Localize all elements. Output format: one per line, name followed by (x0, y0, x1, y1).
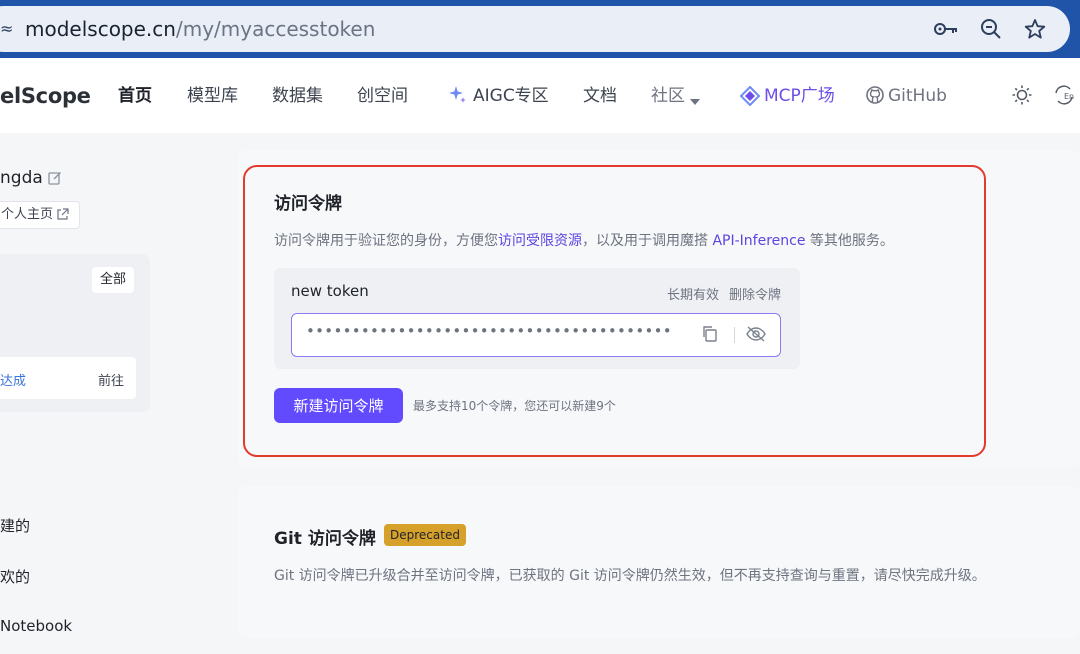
sidebar-item-liked[interactable]: 欢的 (0, 566, 30, 587)
git-section-description: Git 访问令牌已升级合并至访问令牌，已获取的 Git 访问令牌仍然生效，但不再… (274, 568, 986, 584)
username: ngda (0, 168, 43, 188)
sparkle-icon (448, 85, 472, 109)
edit-icon[interactable] (48, 170, 64, 186)
delete-token-button[interactable]: 删除令牌 (729, 284, 781, 303)
api-inference-link[interactable]: API-Inference (712, 233, 805, 249)
url-text[interactable]: modelscope.cn/my/myaccesstoken (25, 16, 375, 42)
nav-models[interactable]: 模型库 (187, 85, 238, 107)
copy-icon[interactable] (701, 325, 719, 343)
token-limit-hint: 最多支持10个令牌，您还可以新建9个 (413, 399, 616, 413)
section-title: 访问令牌 (274, 194, 342, 214)
sidebar-item-created[interactable]: 建的 (0, 515, 30, 536)
git-token-card (238, 486, 1080, 638)
deprecated-badge: Deprecated (384, 524, 466, 546)
zoom-icon[interactable] (977, 15, 1005, 43)
new-token-button[interactable]: 新建访问令牌 (274, 388, 403, 423)
mcp-icon (739, 85, 764, 110)
section-description: 访问令牌用于验证您的身份，方便您访问受限资源，以及用于调用魔搭 API-Infe… (274, 230, 894, 250)
input-divider (734, 327, 735, 343)
nav-docs[interactable]: 文档 (583, 85, 617, 107)
external-link-icon (56, 206, 70, 220)
achievement-link[interactable]: 达成 (0, 370, 26, 389)
sidebar-item-notebook[interactable]: Notebook (0, 617, 72, 635)
theme-toggle-icon[interactable] (1011, 84, 1035, 108)
key-icon[interactable] (932, 15, 960, 43)
site-settings-icon[interactable]: ≈ (0, 19, 13, 39)
nav-mcp[interactable]: MCP广场 (764, 85, 835, 107)
goto-button[interactable]: 前往 (98, 370, 124, 389)
language-switch-icon[interactable]: En (1053, 84, 1077, 108)
nav-studios[interactable]: 创空间 (357, 85, 408, 107)
svg-text:En: En (1064, 92, 1074, 101)
desc-prefix: 访问令牌用于验证您的身份，方便您 (274, 233, 498, 249)
personal-homepage-label: 个人主页 (1, 207, 54, 222)
nav-datasets[interactable]: 数据集 (272, 85, 323, 107)
chevron-down-icon (690, 91, 702, 105)
git-section-title: Git 访问令牌 (274, 529, 376, 549)
url-path: /my/myaccesstoken (175, 17, 376, 41)
desc-suffix: 等其他服务。 (805, 233, 894, 249)
nav-community[interactable]: 社区 (651, 85, 685, 107)
github-icon (866, 86, 890, 110)
site-navbar: elScope 首页 模型库 数据集 创空间 AIGC专区 文档 社区 MCP广… (0, 58, 1080, 133)
url-domain: modelscope.cn (25, 17, 176, 41)
token-name: new token (291, 282, 369, 300)
desc-middle: ，以及用于调用魔搭 (582, 233, 713, 249)
restricted-resource-link[interactable]: 访问受限资源 (498, 233, 582, 249)
token-validity: 长期有效 (667, 288, 720, 303)
nav-home[interactable]: 首页 (118, 85, 152, 107)
browser-toolbar: ≈ modelscope.cn/my/myaccesstoken (0, 0, 1080, 58)
bookmark-star-icon[interactable] (1021, 15, 1049, 43)
toggle-visibility-icon[interactable] (745, 325, 767, 343)
all-filter-button[interactable]: 全部 (92, 267, 134, 293)
nav-github[interactable]: GitHub (888, 85, 947, 107)
nav-aigc[interactable]: AIGC专区 (473, 85, 549, 107)
site-logo[interactable]: elScope (0, 84, 91, 108)
token-masked-value: •••••••••••••••••••••••••••••••••••••••• (306, 322, 672, 340)
